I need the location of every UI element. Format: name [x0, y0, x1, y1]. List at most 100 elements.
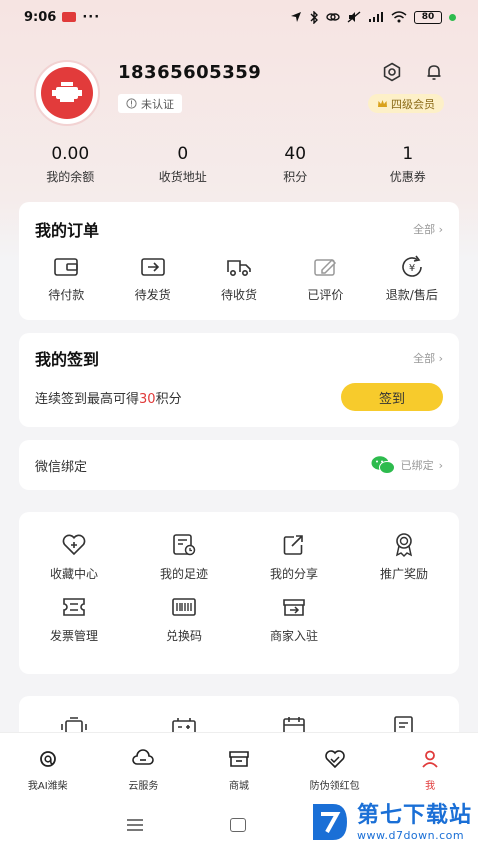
svg-text:¥: ¥: [409, 263, 415, 274]
settings-icon[interactable]: [382, 62, 402, 82]
tool-share[interactable]: 我的分享: [239, 532, 349, 582]
edit-icon: [314, 258, 337, 276]
bottom-tab-bar: 我AI潍柴 云服务 商城 防伪领红包 我: [0, 732, 478, 798]
heart-icon: [62, 534, 86, 556]
shop-icon: [229, 751, 249, 767]
order-item-label: 已评价: [307, 288, 344, 302]
tool-footprint[interactable]: 我的足迹: [129, 532, 239, 582]
tab-cloud-service[interactable]: 云服务: [96, 733, 192, 798]
truck-icon: [227, 260, 251, 277]
order-item-label: 待发货: [134, 288, 171, 302]
avatar[interactable]: [34, 60, 100, 126]
ship-icon: [140, 258, 165, 276]
orders-card: 我的订单 全部 › 待付款 待发货 待收货 已评价 ¥ 退款/售后: [19, 202, 459, 320]
merchant-icon: [283, 599, 305, 616]
tab-label: 我AI潍柴: [27, 781, 68, 792]
watermark-logo-icon: [312, 804, 347, 840]
footprint-icon: [173, 534, 196, 556]
bluetooth-icon: [310, 10, 318, 24]
tab-ai-weichai[interactable]: 我AI潍柴: [0, 733, 96, 798]
order-item-label: 退款/售后: [385, 288, 438, 302]
tab-label: 商城: [228, 781, 249, 792]
account-stats: 0.00 我的余额 0 收货地址 40 积分 1 优惠券: [14, 144, 464, 185]
tool-label: 推广奖励: [379, 567, 428, 581]
tab-label: 云服务: [128, 781, 159, 792]
vip-level-badge[interactable]: 四级会员: [368, 94, 444, 113]
location-icon: [291, 12, 301, 22]
award-icon: [395, 533, 413, 558]
signin-points: 30: [139, 391, 156, 407]
signin-title: 我的签到: [35, 350, 100, 369]
signin-text-prefix: 连续签到最高可得: [35, 391, 140, 407]
signal-icon: [369, 12, 383, 22]
signin-description: 连续签到最高可得30积分: [35, 388, 182, 407]
menu-icon[interactable]: [126, 818, 144, 832]
order-pending-shipment[interactable]: 待发货: [109, 254, 195, 303]
user-icon: [422, 750, 438, 768]
orders-title: 我的订单: [35, 221, 100, 240]
order-item-label: 待付款: [48, 288, 85, 302]
watermark: 第七下载站 www.d7down.com: [311, 800, 472, 844]
indicator-dot: [449, 13, 456, 21]
stat-address[interactable]: 0 收货地址: [127, 144, 240, 185]
engine-logo-icon: [52, 82, 82, 102]
battery-icon: 80: [414, 10, 442, 24]
bell-icon[interactable]: [424, 62, 444, 82]
ai-icon: [39, 751, 56, 767]
orders-all-link[interactable]: 全部 ›: [413, 221, 443, 237]
tab-me[interactable]: 我: [382, 733, 478, 798]
wallet-icon: [54, 258, 79, 276]
order-reviewed[interactable]: 已评价: [282, 254, 368, 303]
cloud-service-icon: [132, 749, 155, 765]
user-phone: 18365605359: [118, 62, 262, 83]
wechat-icon: [371, 456, 395, 474]
stat-label: 收货地址: [158, 170, 207, 184]
order-pending-receipt[interactable]: 待收货: [196, 254, 282, 303]
tool-referral-reward[interactable]: 推广奖励: [349, 532, 459, 582]
stat-value: 0.00: [51, 144, 90, 164]
tab-shop[interactable]: 商城: [191, 733, 287, 798]
tools-card: 收藏中心 我的足迹 我的分享 推广奖励 发票管理 兑换码 商家入驻: [19, 512, 459, 674]
cert-status-badge[interactable]: 未认证: [118, 94, 182, 113]
vip-level-label: 四级会员: [391, 97, 435, 111]
order-item-label: 待收货: [221, 288, 258, 302]
home-icon[interactable]: [230, 818, 246, 832]
invoice-icon: [63, 598, 85, 616]
signin-all-label: 全部: [413, 352, 436, 365]
tool-label: 我的足迹: [159, 567, 208, 581]
signin-all-link[interactable]: 全部 ›: [413, 350, 443, 366]
stat-value: 0: [177, 144, 189, 164]
tool-label: 兑换码: [165, 629, 202, 643]
stat-value: 40: [284, 144, 307, 164]
tool-label: 发票管理: [49, 629, 98, 643]
stat-points[interactable]: 40 积分: [239, 144, 352, 185]
notification-icon: [62, 12, 77, 22]
order-refund[interactable]: ¥ 退款/售后: [369, 254, 455, 303]
watermark-title: 第七下载站: [356, 802, 472, 828]
signin-button[interactable]: 签到: [341, 383, 443, 411]
status-time: 9:06: [24, 9, 57, 25]
anti-fake-icon: [324, 750, 345, 769]
barcode-icon: [172, 598, 196, 616]
mute-icon: [347, 11, 361, 23]
tool-merchant-join[interactable]: 商家入驻: [239, 594, 349, 644]
crown-icon: [378, 99, 387, 107]
tool-invoice[interactable]: 发票管理: [19, 594, 129, 644]
tool-redeem-code[interactable]: 兑换码: [129, 594, 239, 644]
stat-label: 优惠券: [389, 170, 426, 184]
tab-label: 防伪领红包: [309, 781, 360, 792]
stat-balance[interactable]: 0.00 我的余额: [14, 144, 127, 185]
order-pending-payment[interactable]: 待付款: [23, 254, 109, 303]
cert-status-label: 未认证: [141, 97, 174, 111]
tab-anti-fake[interactable]: 防伪领红包: [287, 733, 383, 798]
stat-coupons[interactable]: 1 优惠券: [352, 144, 465, 185]
link-icon: [326, 13, 340, 21]
refund-icon: ¥: [402, 255, 422, 277]
wechat-binding-row[interactable]: 微信绑定 已绑定 ›: [19, 440, 459, 490]
stat-label: 积分: [283, 170, 308, 184]
wifi-icon: [391, 11, 407, 23]
stat-value: 1: [402, 144, 414, 164]
tool-favorites[interactable]: 收藏中心: [19, 532, 129, 582]
tab-label: 我: [425, 781, 436, 792]
info-icon: [126, 98, 137, 109]
